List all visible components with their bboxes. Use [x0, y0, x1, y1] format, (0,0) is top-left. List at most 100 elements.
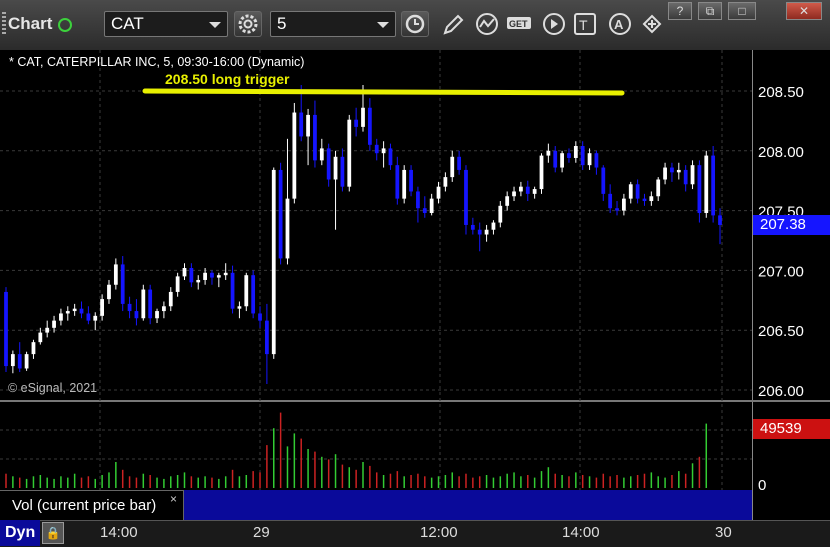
candle-body: [196, 279, 201, 283]
candle-body: [237, 306, 242, 309]
candle-body: [175, 276, 180, 292]
candle-body: [79, 308, 84, 314]
x-tick-label: 14:00: [100, 524, 138, 541]
candle-body: [367, 107, 372, 145]
candle-body: [258, 313, 262, 321]
candle-body: [333, 156, 338, 180]
candle-body: [374, 144, 379, 154]
candle-body: [326, 148, 331, 180]
candle-body: [532, 189, 537, 194]
candle-body: [278, 169, 283, 259]
candle-body: [498, 205, 503, 223]
dynamic-button[interactable]: Dyn: [0, 520, 40, 546]
candle-body: [395, 165, 400, 199]
candle-body: [670, 167, 674, 173]
candle-body: [628, 184, 633, 199]
candle-body: [216, 275, 221, 278]
candle-body: [319, 148, 324, 161]
candle-body: [690, 165, 695, 185]
candle-body: [704, 155, 709, 213]
x-tick-label: 30: [715, 524, 732, 541]
candle-body: [113, 264, 118, 285]
candle-body: [340, 156, 345, 187]
volume-study-label: Vol (current price bar): [0, 490, 184, 520]
x-tick-label: 14:00: [562, 524, 600, 541]
candle-body: [65, 311, 70, 314]
last-volume-tag: 49539: [753, 419, 830, 439]
candle-body: [553, 150, 558, 168]
candle-body: [182, 268, 187, 277]
candle-body: [210, 272, 214, 278]
candle-body: [477, 229, 482, 235]
candle-body: [134, 311, 139, 319]
y-tick-label: 208.00: [758, 144, 804, 161]
last-price-tag: 207.38: [753, 214, 830, 235]
candle-body: [72, 308, 77, 312]
candle-body: [683, 169, 688, 185]
trigger-label: 208.50 long trigger: [165, 71, 290, 87]
lock-icon[interactable]: 🔒: [42, 522, 64, 544]
trigger-line: [142, 88, 625, 96]
candle-body: [560, 153, 564, 168]
candle-body: [676, 169, 681, 173]
candle-body: [306, 114, 310, 137]
x-tick-label: 29: [253, 524, 270, 541]
candle-body: [635, 184, 640, 199]
candle-body: [443, 177, 448, 187]
candle-body: [525, 186, 530, 194]
candle-body: [313, 114, 317, 161]
candle-body: [711, 155, 716, 216]
candle-body: [168, 291, 173, 307]
candle-body: [141, 289, 146, 319]
y-tick-label: 206.50: [758, 323, 804, 340]
candle-body: [148, 289, 153, 319]
candle-body: [264, 320, 269, 355]
candle-body: [608, 193, 613, 209]
candle-body: [251, 275, 256, 314]
candle-body: [10, 354, 15, 367]
candle-body: [361, 107, 365, 127]
candle-body: [615, 208, 619, 211]
candle-body: [203, 272, 207, 280]
candle-body: [162, 306, 166, 312]
chart-canvas: 208.50208.00207.50207.00206.50206.00208.…: [0, 50, 804, 520]
candle-body: [519, 186, 523, 192]
candle-body: [457, 156, 462, 170]
candle-body: [436, 186, 441, 199]
candle-body: [354, 119, 359, 127]
candle-body: [422, 208, 427, 213]
y-tick-label: 206.00: [758, 383, 804, 400]
candle-body: [505, 196, 510, 206]
candle-body: [223, 272, 228, 276]
candle-body: [649, 196, 654, 202]
volume-close-icon[interactable]: ×: [170, 492, 177, 506]
y-tick-label: 208.50: [758, 84, 804, 101]
x-tick-label: 12:00: [420, 524, 458, 541]
candle-body: [567, 153, 571, 158]
candle-body: [539, 155, 544, 190]
candle-body: [484, 229, 489, 235]
candle-body: [59, 313, 63, 321]
candle-body: [580, 146, 585, 166]
candle-body: [381, 148, 386, 154]
candle-body: [697, 165, 702, 213]
candle-body: [31, 342, 36, 355]
candle-body: [573, 146, 578, 158]
candle-body: [601, 167, 606, 194]
candle-body: [271, 169, 276, 355]
candle-body: [120, 264, 125, 304]
candle-body: [230, 272, 235, 309]
y-tick-label: 207.00: [758, 263, 804, 280]
candle-body: [718, 215, 722, 225]
candle-body: [347, 119, 352, 187]
candle-body: [299, 112, 304, 137]
candle-body: [402, 169, 407, 199]
candle-body: [127, 303, 132, 312]
candle-body: [450, 156, 455, 178]
candle-body: [100, 299, 105, 316]
candle-body: [189, 268, 194, 283]
candle-body: [292, 112, 297, 199]
candle-body: [416, 191, 420, 209]
candle-body: [512, 191, 516, 197]
candle-body: [409, 169, 413, 192]
